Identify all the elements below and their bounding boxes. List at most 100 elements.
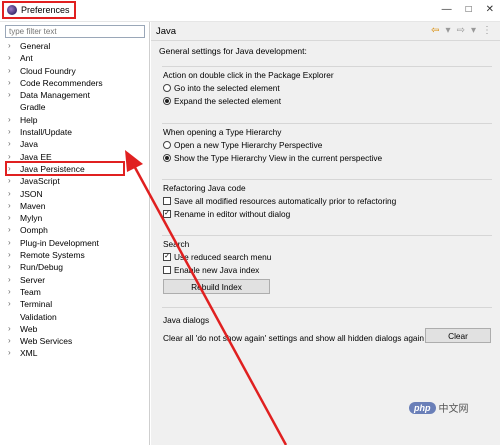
sidebar-item-run-debug[interactable]: › Run/Debug [0, 261, 150, 273]
sidebar-item-team[interactable]: › Team [0, 286, 150, 298]
sidebar-item-label: Maven [20, 200, 46, 211]
sidebar-item-server[interactable]: › Server [0, 274, 150, 286]
sidebar-item-label: Install/Update [20, 127, 72, 138]
chevron-right-icon[interactable]: › [8, 274, 20, 286]
clear-button[interactable]: Clear [425, 328, 491, 343]
chevron-right-icon[interactable]: › [8, 89, 20, 101]
sidebar-item-label: Ant [20, 53, 33, 64]
chevron-right-icon[interactable]: › [8, 249, 20, 261]
expand-option[interactable]: Expand the selected element [163, 96, 281, 106]
expand-radio[interactable] [163, 97, 171, 105]
sidebar-item-label: Run/Debug [20, 262, 64, 273]
sidebar-item-gradle[interactable]: Gradle [0, 101, 150, 113]
forward-menu-icon[interactable]: ▾ [471, 25, 476, 36]
chevron-right-icon[interactable]: › [8, 237, 20, 249]
sidebar-item-web-services[interactable]: › Web Services [0, 335, 150, 347]
show-view-option[interactable]: Show the Type Hierarchy View in the curr… [163, 153, 382, 163]
filter-input[interactable] [5, 25, 145, 38]
sidebar-item-code-recommenders[interactable]: › Code Recommenders [0, 77, 150, 89]
chevron-right-icon[interactable]: › [8, 212, 20, 224]
option-label: Open a new Type Hierarchy Perspective [174, 140, 323, 150]
view-menu-icon[interactable]: ⋮ [482, 25, 492, 36]
sidebar-item-plug-in-development[interactable]: › Plug-in Development [0, 237, 150, 249]
sidebar-item-label: Oomph [20, 225, 48, 236]
title-bar: Preferences — □ ✕ [0, 0, 500, 22]
chevron-right-icon[interactable]: › [8, 65, 20, 77]
sidebar-item-json[interactable]: › JSON [0, 188, 150, 200]
rename-in-editor-checkbox[interactable]: ✓ [163, 210, 171, 218]
maximize-icon[interactable]: □ [466, 4, 472, 15]
option-label: Show the Type Hierarchy View in the curr… [174, 153, 383, 163]
java-dialogs-group: Java dialogs Clear all 'do not show agai… [162, 307, 492, 352]
chevron-right-icon[interactable]: › [8, 175, 20, 187]
chevron-right-icon[interactable]: › [8, 347, 20, 359]
rebuild-index-button[interactable]: Rebuild Index [163, 279, 270, 294]
reduced-search-option[interactable]: ✓ Use reduced search menu [163, 252, 271, 262]
sidebar-item-label: General [20, 41, 51, 51]
close-icon[interactable]: ✕ [486, 4, 494, 15]
window-controls: — □ ✕ [442, 4, 494, 15]
chevron-right-icon[interactable]: › [8, 286, 20, 298]
eclipse-icon [7, 5, 17, 15]
back-arrow-icon[interactable]: ⇦ [431, 25, 439, 36]
sidebar-item-validation[interactable]: Validation [0, 311, 150, 323]
minimize-icon[interactable]: — [442, 4, 452, 15]
show-view-radio[interactable] [163, 154, 171, 162]
page-title: Java [156, 25, 177, 37]
sidebar-item-xml[interactable]: › XML [0, 347, 150, 359]
chevron-right-icon[interactable]: › [8, 114, 20, 126]
forward-arrow-icon[interactable]: ⇨ [457, 25, 465, 36]
sidebar-item-web[interactable]: › Web [0, 323, 150, 335]
sidebar-item-label: Web Services [20, 336, 73, 347]
sidebar-item-data-management[interactable]: › Data Management [0, 89, 150, 101]
chevron-right-icon[interactable]: › [8, 224, 20, 236]
sidebar-item-javascript[interactable]: › JavaScript [0, 175, 150, 187]
chevron-right-icon[interactable]: › [8, 77, 20, 89]
sidebar-item-terminal[interactable]: › Terminal [0, 298, 150, 310]
sidebar-item-ant[interactable]: › Ant [0, 52, 150, 64]
chevron-right-icon[interactable]: › [8, 126, 20, 138]
sidebar-item-cloud-foundry[interactable]: › Cloud Foundry [0, 65, 150, 77]
go-into-radio[interactable] [163, 84, 171, 92]
chevron-right-icon[interactable]: › [8, 40, 20, 52]
new-index-checkbox[interactable] [163, 266, 171, 274]
chevron-right-icon[interactable]: › [8, 138, 20, 150]
open-perspective-radio[interactable] [163, 141, 171, 149]
option-label: Enable new Java index [174, 265, 260, 275]
chevron-right-icon[interactable]: › [8, 188, 20, 200]
go-into-option[interactable]: Go into the selected element [163, 83, 280, 93]
chevron-right-icon[interactable]: › [8, 335, 20, 347]
open-perspective-option[interactable]: Open a new Type Hierarchy Perspective [163, 140, 322, 150]
sidebar-item-label: Code Recommenders [20, 77, 103, 88]
rename-in-editor-option[interactable]: ✓ Rename in editor without dialog [163, 209, 290, 219]
sidebar-item-remote-systems[interactable]: › Remote Systems [0, 249, 150, 261]
back-menu-icon[interactable]: ▾ [446, 25, 451, 36]
sidebar-item-java[interactable]: › Java [0, 138, 150, 150]
new-index-option[interactable]: Enable new Java index [163, 265, 259, 275]
sidebar-item-label: Terminal [20, 299, 53, 310]
watermark-text: 中文网 [438, 404, 469, 415]
sidebar-item-oomph[interactable]: › Oomph [0, 224, 150, 236]
watermark-badge: php [409, 401, 436, 414]
reduced-search-checkbox[interactable]: ✓ [163, 253, 171, 261]
sidebar-item-general[interactable]: › General [0, 40, 150, 52]
sidebar-item-help[interactable]: › Help [0, 114, 150, 126]
sidebar-item-label: Java [20, 139, 38, 150]
sidebar-item-mylyn[interactable]: › Mylyn [0, 212, 150, 224]
sidebar-item-label: Data Management [20, 90, 90, 101]
watermark: php 中文网 [409, 400, 469, 415]
chevron-right-icon[interactable]: › [8, 200, 20, 212]
sidebar-item-install-update[interactable]: › Install/Update [0, 126, 150, 138]
sidebar-item-label: Help [20, 114, 38, 125]
sidebar-item-label: Server [20, 274, 46, 285]
save-modified-checkbox[interactable] [163, 197, 171, 205]
sidebar-item-maven[interactable]: › Maven [0, 200, 150, 212]
preferences-tree: › General › Ant › Cloud Foundry › Code Recommen… [0, 40, 150, 360]
page-navigation: ⇦ ▾ ⇨ ▾ ⋮ [431, 25, 492, 36]
sidebar-item-label: JSON [20, 188, 43, 199]
chevron-right-icon[interactable]: › [8, 261, 20, 273]
save-modified-option[interactable]: Save all modified resources automaticall… [163, 196, 396, 206]
chevron-right-icon[interactable]: › [8, 323, 20, 335]
chevron-right-icon[interactable]: › [8, 52, 20, 64]
chevron-right-icon[interactable]: › [8, 298, 20, 310]
